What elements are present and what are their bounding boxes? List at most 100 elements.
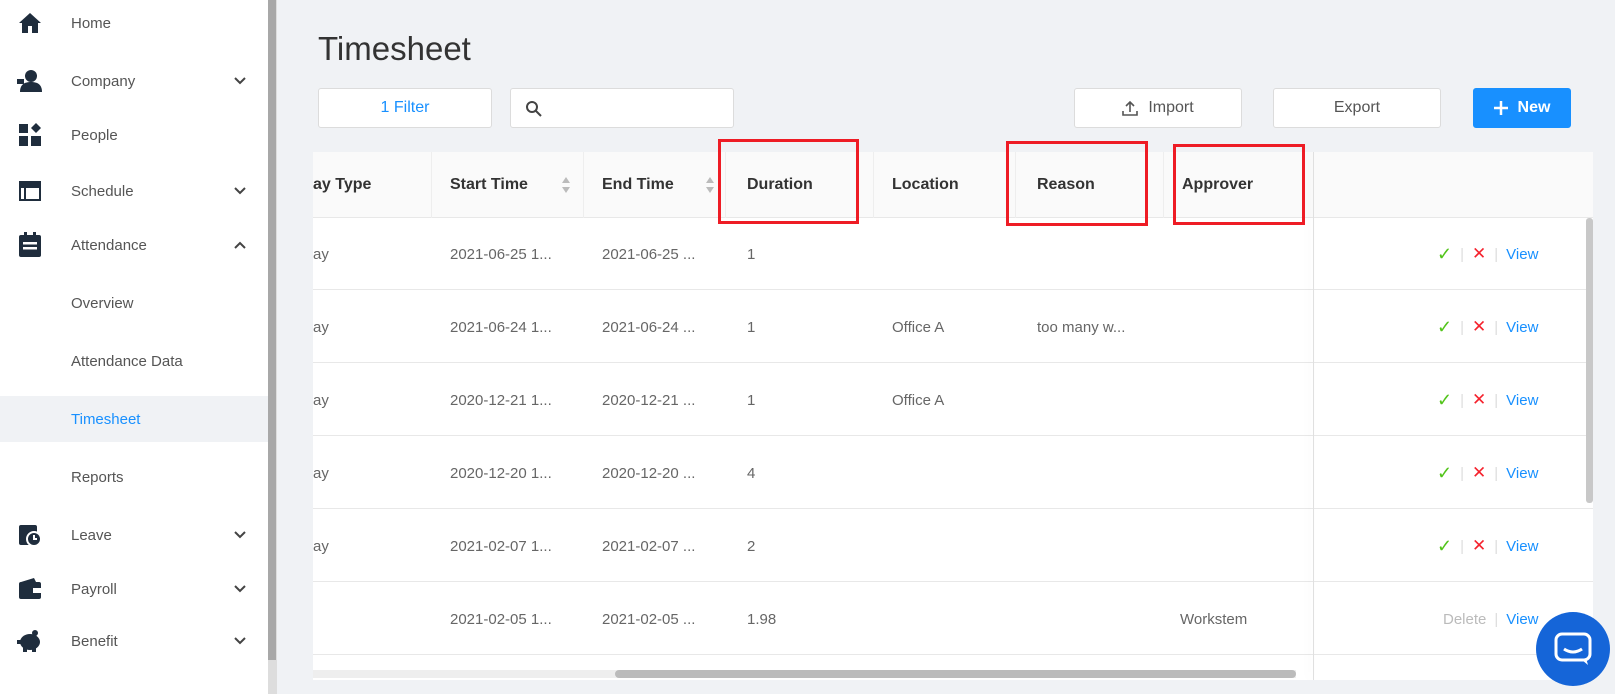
cell-day-type: ay bbox=[313, 537, 329, 555]
view-link[interactable]: View bbox=[1506, 392, 1538, 409]
sidebar-item-people[interactable]: People bbox=[0, 112, 268, 158]
sidebar-item-label: Payroll bbox=[71, 580, 117, 598]
sidebar-scrollbar[interactable] bbox=[268, 0, 277, 694]
sidebar-item-company[interactable]: Company bbox=[0, 58, 268, 104]
sidebar-item-attendance[interactable]: Attendance bbox=[0, 222, 268, 268]
attendance-icon bbox=[17, 232, 43, 258]
cell-end-time: 2021-06-25 ... bbox=[602, 245, 696, 263]
approve-icon[interactable]: ✓ bbox=[1437, 244, 1452, 265]
cell-location: Office A bbox=[892, 318, 945, 336]
cell-day-type: ay bbox=[313, 318, 329, 336]
schedule-icon bbox=[17, 178, 43, 204]
horizontal-scrollbar[interactable] bbox=[313, 670, 1296, 678]
table-row: 2021-02-05 1... 2021-02-05 ... 1.98 Work… bbox=[313, 583, 1593, 655]
sidebar-item-payroll[interactable]: Payroll bbox=[0, 566, 268, 612]
search-input[interactable] bbox=[551, 97, 721, 121]
column-header-location[interactable]: Location bbox=[892, 152, 959, 218]
wallet-icon bbox=[17, 576, 43, 602]
sort-icon[interactable] bbox=[705, 176, 715, 194]
chat-launcher-button[interactable] bbox=[1536, 612, 1610, 686]
import-button[interactable]: Import bbox=[1074, 88, 1242, 128]
cell-start-time: 2021-06-25 1... bbox=[450, 245, 552, 263]
vertical-scrollbar[interactable] bbox=[1586, 218, 1593, 503]
export-button-label: Export bbox=[1333, 99, 1381, 116]
action-separator: | bbox=[1494, 245, 1499, 263]
table-row: ay 2021-02-07 1... 2021-02-07 ... 2 ✓ | ✕… bbox=[313, 510, 1593, 582]
approve-icon[interactable]: ✓ bbox=[1437, 317, 1452, 338]
filter-button[interactable]: 1 Filter bbox=[318, 88, 492, 128]
reject-icon[interactable]: ✕ bbox=[1472, 390, 1486, 410]
column-header-start-time[interactable]: Start Time bbox=[450, 152, 528, 218]
timesheet-table: ay Type Start Time End Time Duration Loc… bbox=[313, 152, 1593, 680]
approve-icon[interactable]: ✓ bbox=[1437, 463, 1452, 484]
column-divider bbox=[583, 152, 584, 218]
reject-icon[interactable]: ✕ bbox=[1472, 244, 1486, 264]
action-separator: | bbox=[1460, 245, 1464, 263]
table-header: ay Type Start Time End Time Duration Loc… bbox=[313, 152, 1593, 218]
cell-duration: 1 bbox=[747, 391, 756, 409]
chevron-down-icon bbox=[234, 75, 246, 87]
sidebar-item-label: Leave bbox=[71, 526, 112, 544]
approve-icon[interactable]: ✓ bbox=[1437, 536, 1452, 557]
action-separator: | bbox=[1494, 537, 1499, 555]
chevron-down-icon bbox=[234, 583, 246, 595]
view-link[interactable]: View bbox=[1506, 246, 1538, 263]
reject-icon[interactable]: ✕ bbox=[1472, 536, 1486, 556]
cell-start-time: 2021-02-05 1... bbox=[450, 610, 552, 628]
cell-duration: 1 bbox=[747, 245, 756, 263]
new-button[interactable]: New bbox=[1473, 88, 1571, 128]
view-link[interactable]: View bbox=[1506, 538, 1538, 555]
reject-icon[interactable]: ✕ bbox=[1472, 463, 1486, 483]
chevron-down-icon bbox=[234, 185, 246, 197]
upload-icon bbox=[1122, 100, 1139, 116]
sidebar-item-reports[interactable]: Reports bbox=[0, 454, 268, 500]
view-link[interactable]: View bbox=[1506, 611, 1538, 628]
action-separator: | bbox=[1494, 610, 1499, 628]
sidebar-item-overview[interactable]: Overview bbox=[0, 280, 268, 326]
approve-icon[interactable]: ✓ bbox=[1437, 390, 1452, 411]
cell-day-type: ay bbox=[313, 391, 329, 409]
cell-end-time: 2021-02-07 ... bbox=[602, 537, 696, 555]
sort-icon[interactable] bbox=[561, 176, 571, 194]
export-button[interactable]: Export bbox=[1273, 88, 1441, 128]
cell-day-type: ay bbox=[313, 245, 329, 263]
highlight-box-duration bbox=[718, 139, 859, 224]
leave-icon bbox=[17, 522, 43, 548]
column-header-end-time[interactable]: End Time bbox=[602, 152, 674, 218]
fixed-column-divider bbox=[1313, 152, 1314, 680]
cell-start-time: 2021-02-07 1... bbox=[450, 537, 552, 555]
action-separator: | bbox=[1460, 464, 1464, 482]
sidebar-item-attendance-data[interactable]: Attendance Data bbox=[0, 338, 268, 384]
chevron-down-icon bbox=[234, 635, 246, 647]
chat-icon bbox=[1554, 632, 1592, 666]
reject-icon[interactable]: ✕ bbox=[1472, 317, 1486, 337]
action-separator: | bbox=[1494, 391, 1499, 409]
sidebar-item-home[interactable]: Home bbox=[0, 0, 268, 46]
sidebar-item-leave[interactable]: Leave bbox=[0, 512, 268, 558]
cell-location: Office A bbox=[892, 391, 945, 409]
cell-duration: 2 bbox=[747, 537, 756, 555]
column-divider bbox=[431, 152, 432, 218]
table-row: ay 2021-06-25 1... 2021-06-25 ... 1 ✓ | ✕… bbox=[313, 218, 1593, 290]
sidebar-item-timesheet[interactable]: Timesheet bbox=[0, 396, 268, 442]
highlight-box-approver bbox=[1173, 144, 1305, 225]
chevron-up-icon bbox=[234, 239, 246, 251]
sidebar-item-schedule[interactable]: Schedule bbox=[0, 168, 268, 214]
delete-link[interactable]: Delete bbox=[1443, 611, 1486, 628]
view-link[interactable]: View bbox=[1506, 465, 1538, 482]
cell-reason: too many w... bbox=[1037, 318, 1126, 336]
column-header-day-type[interactable]: ay Type bbox=[313, 152, 371, 218]
column-divider bbox=[873, 152, 874, 218]
cell-day-type: ay bbox=[313, 464, 329, 482]
view-link[interactable]: View bbox=[1506, 319, 1538, 336]
sidebar-item-label: Overview bbox=[71, 294, 134, 312]
sidebar-item-benefit[interactable]: Benefit bbox=[0, 618, 268, 664]
row-actions: ✓ | ✕ | View bbox=[1437, 291, 1538, 363]
search-icon bbox=[525, 100, 543, 118]
search-box[interactable] bbox=[510, 88, 734, 128]
highlight-box-reason bbox=[1006, 141, 1148, 226]
home-icon bbox=[17, 10, 43, 36]
horizontal-scrollbar-thumb[interactable] bbox=[615, 670, 1296, 678]
row-actions: Delete | View bbox=[1443, 583, 1539, 655]
table-row: ay 2020-12-20 1... 2020-12-20 ... 4 ✓ | ✕… bbox=[313, 437, 1593, 509]
